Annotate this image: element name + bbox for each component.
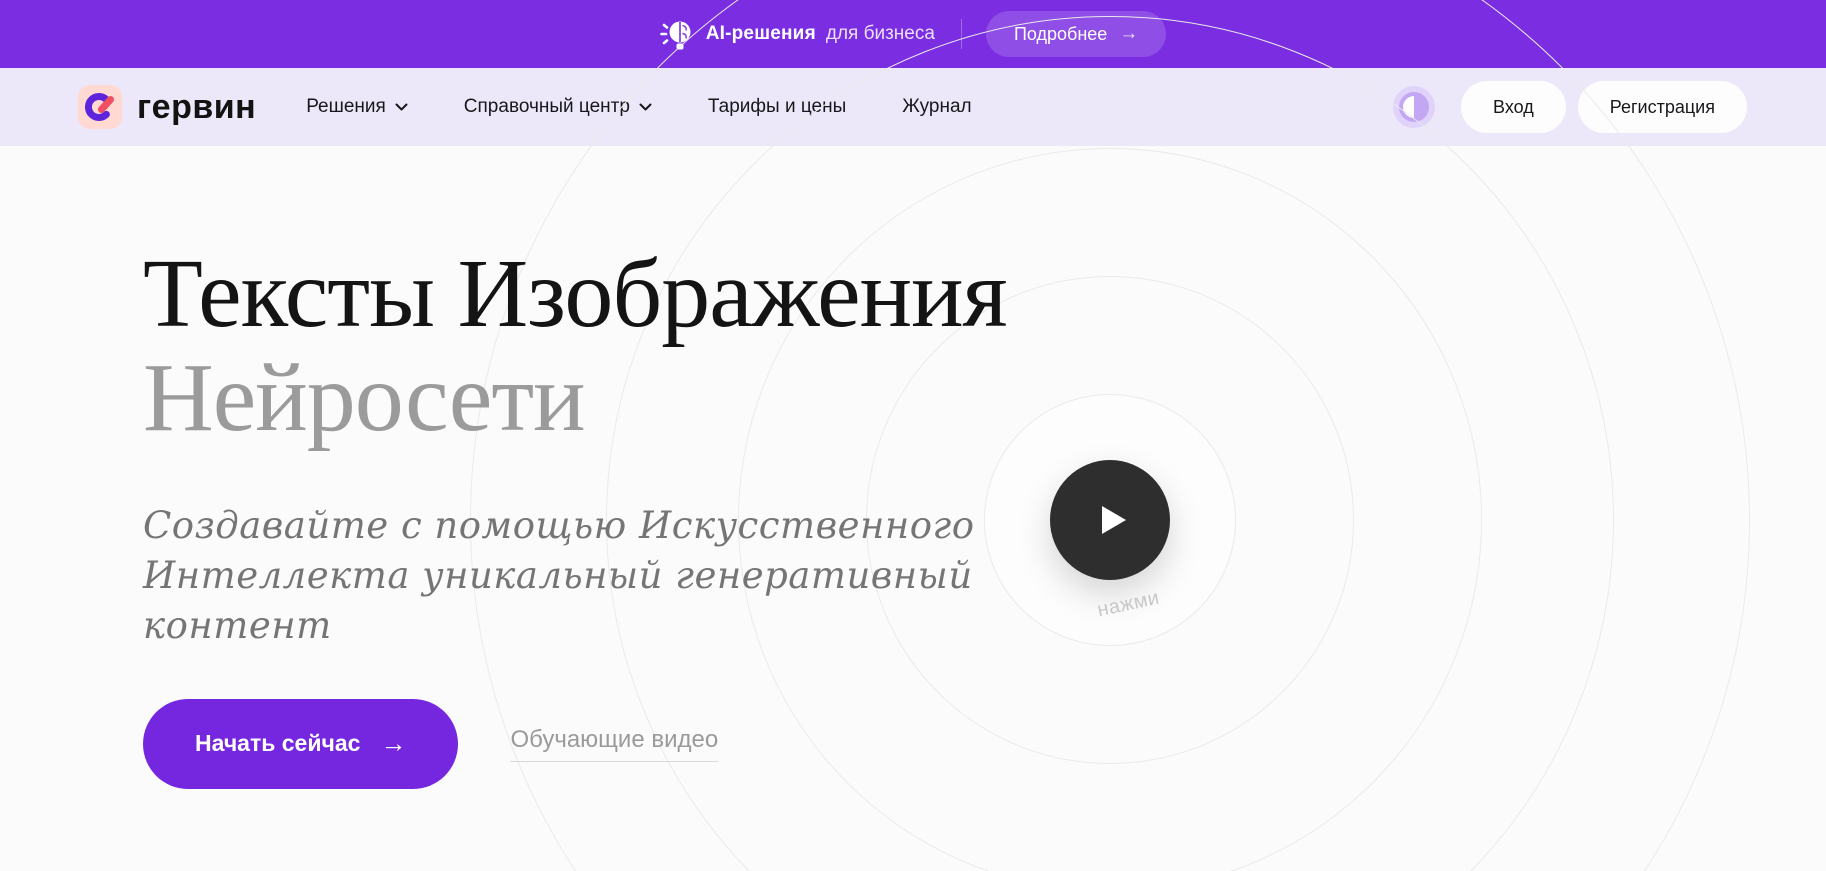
- hero-section: Тексты Изображения Нейросети Создавайте …: [0, 0, 1826, 871]
- start-now-button[interactable]: Начать сейчас →: [143, 698, 459, 789]
- play-button[interactable]: [1050, 460, 1170, 580]
- logo[interactable]: гервин: [78, 85, 256, 129]
- subtitle-line: Создавайте с помощью Искусственного: [143, 503, 975, 547]
- hero-subtitle: Создавайте с помощью Искусственного Инте…: [143, 501, 1826, 651]
- nav-item-label: Справочный центр: [463, 96, 630, 117]
- page: AI-решения для бизнеса Подробнее → герви…: [0, 0, 1826, 871]
- subtitle-line: контент: [143, 603, 332, 647]
- nav-item-solutions[interactable]: Решения: [306, 96, 408, 118]
- title-line-1: Тексты Изображения: [143, 240, 1008, 348]
- arrow-right-icon: →: [380, 728, 407, 759]
- logo-text: гервин: [137, 87, 257, 126]
- chevron-down-icon: [395, 103, 408, 111]
- logo-icon: [78, 85, 122, 129]
- cta-row: Начать сейчас → Обучающие видео: [143, 698, 1826, 789]
- title-line-2: Нейросети: [143, 343, 586, 452]
- subtitle-line: Интеллекта уникальный генеративный: [143, 553, 973, 597]
- tutorial-videos-link[interactable]: Обучающие видео: [510, 726, 719, 762]
- page-title: Тексты Изображения Нейросети: [143, 240, 1826, 452]
- play-icon: [1102, 506, 1126, 534]
- nav-item-label: Решения: [306, 96, 386, 117]
- start-now-label: Начать сейчас: [195, 730, 361, 757]
